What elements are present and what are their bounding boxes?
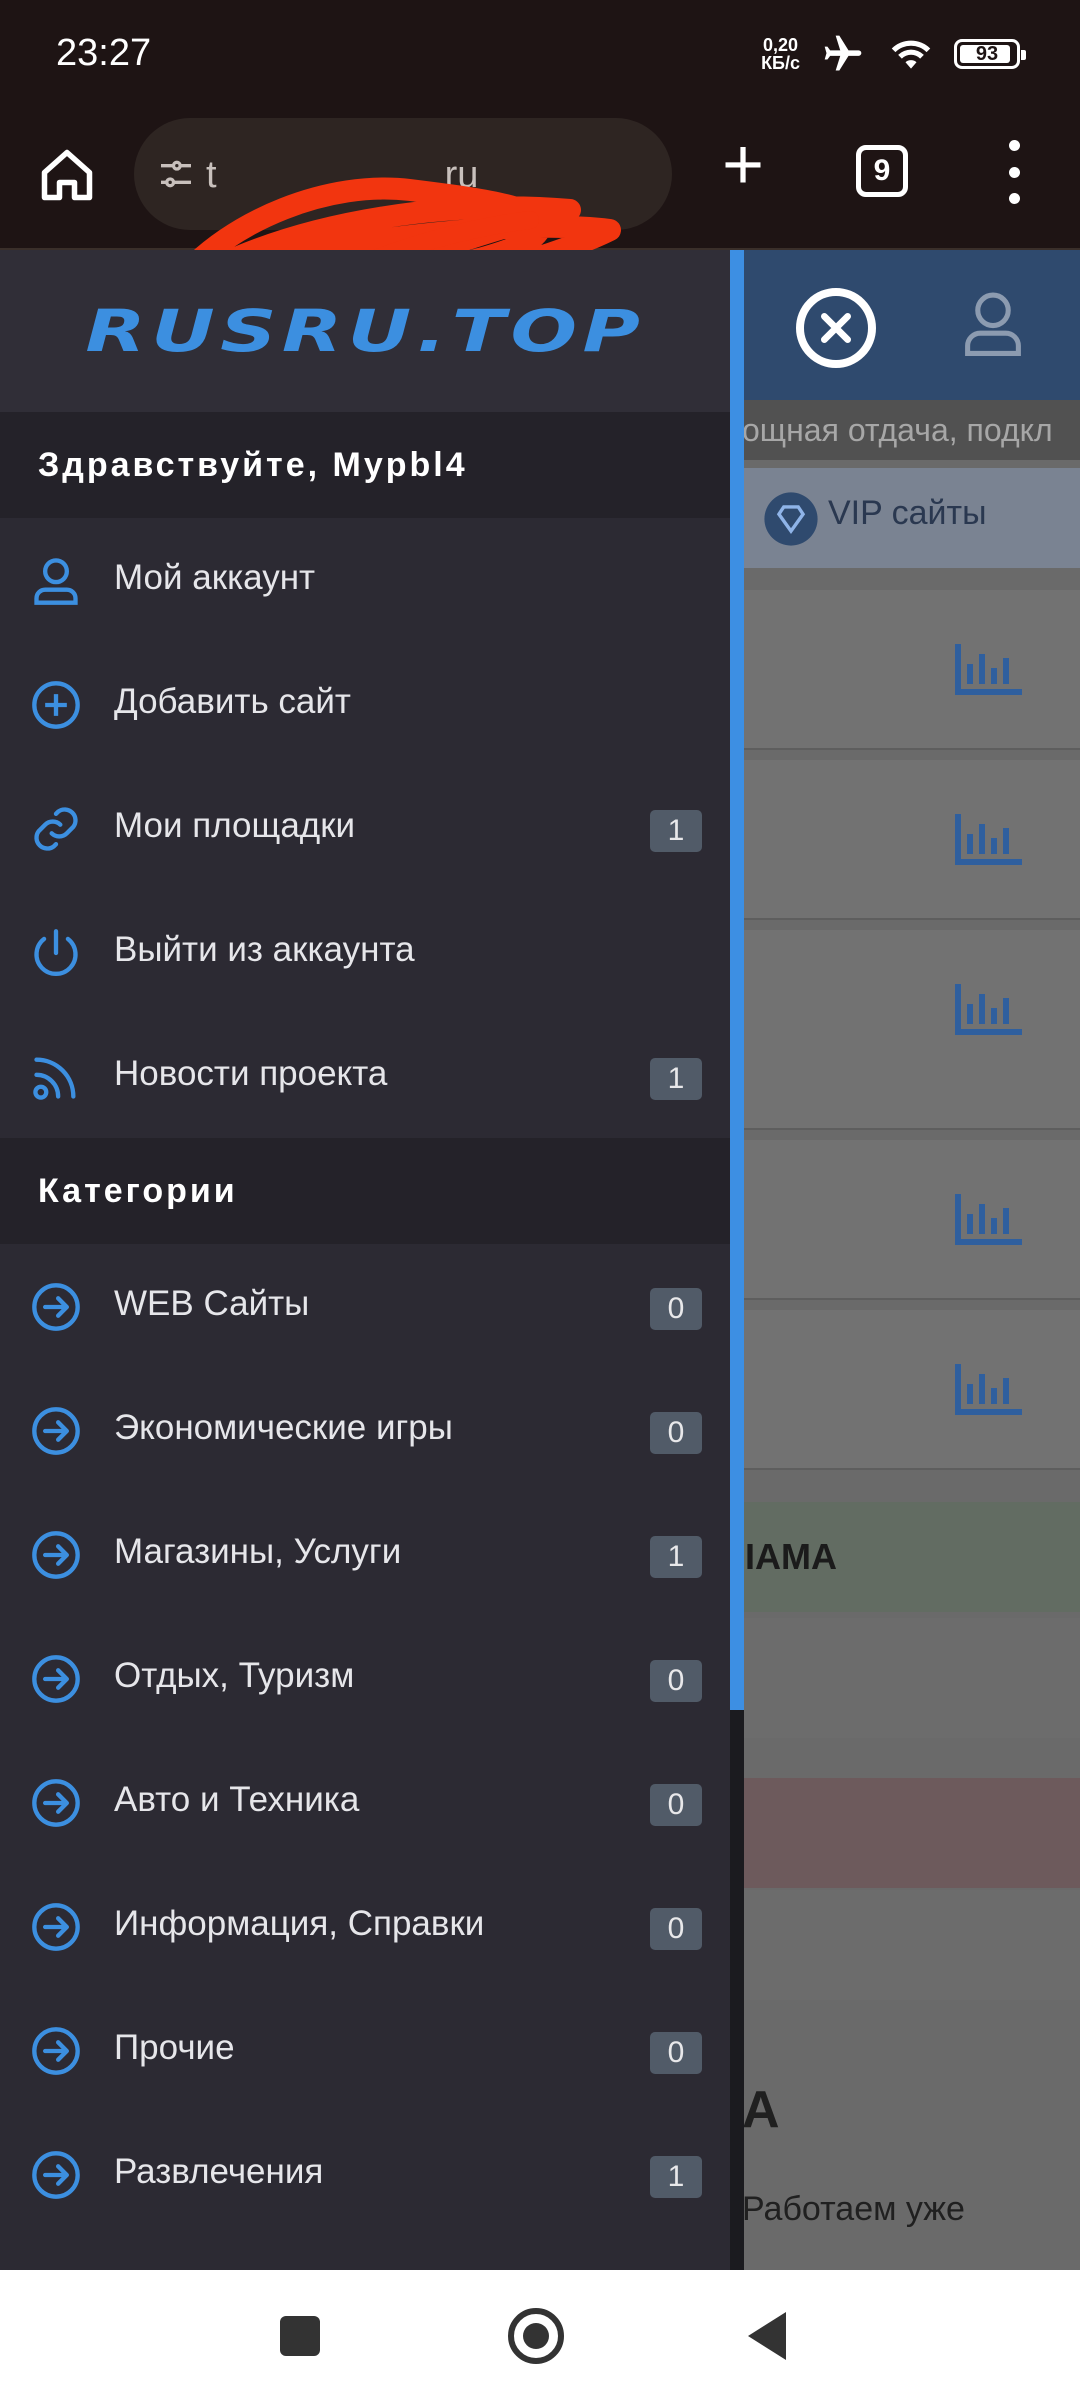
- arrow-circle-right-icon: [32, 1407, 80, 1455]
- power-icon: [34, 929, 78, 976]
- airplane-icon: [824, 35, 862, 71]
- section-heading-fragment: A: [742, 2081, 780, 2139]
- menu-item-my-platforms[interactable]: Мои площадки 1: [0, 766, 730, 890]
- category-item[interactable]: Экономические игры 0: [0, 1368, 730, 1492]
- recents-button[interactable]: [280, 2316, 320, 2356]
- menu-item-label: Добавить сайт: [114, 682, 351, 721]
- close-icon: [821, 313, 851, 343]
- category-item[interactable]: Развлечения 1: [0, 2112, 730, 2236]
- arrow-circle-right-icon: [32, 2027, 80, 2075]
- category-label: Экономические игры: [114, 1408, 453, 1447]
- count-badge: 0: [650, 1784, 702, 1826]
- battery-level: 93: [975, 42, 999, 65]
- arrow-circle-right-icon: [32, 1655, 80, 1703]
- status-time: 23:27: [56, 32, 152, 74]
- home-icon: [41, 149, 93, 201]
- category-item[interactable]: Отдых, Туризм 0: [0, 1616, 730, 1740]
- overflow-menu-button[interactable]: [994, 140, 1034, 204]
- link-icon: [34, 807, 78, 851]
- plus-circle-icon: [32, 681, 80, 729]
- back-button[interactable]: [748, 2312, 786, 2360]
- vip-sites-label: VIP сайты: [828, 494, 987, 532]
- count-badge: 1: [650, 1536, 702, 1578]
- category-label: Авто и Техника: [114, 1780, 360, 1819]
- close-drawer-button[interactable]: [796, 288, 876, 368]
- new-tab-button[interactable]: +: [708, 129, 778, 202]
- arrow-circle-right-icon: [32, 1903, 80, 1951]
- menu-item-label: Мои площадки: [114, 806, 356, 845]
- category-label: Магазины, Услуги: [114, 1532, 402, 1571]
- stats-chart-icon[interactable]: [954, 1190, 1024, 1246]
- category-item[interactable]: WEB Сайты 0: [0, 1244, 730, 1368]
- arrow-circle-right-icon: [32, 1531, 80, 1579]
- arrow-circle-right-icon: [32, 2151, 80, 2199]
- menu-item-project-news[interactable]: Новости проекта 1: [0, 1014, 730, 1138]
- category-item[interactable]: Информация, Справки 0: [0, 1864, 730, 1988]
- category-label: Прочие: [114, 2028, 235, 2067]
- count-badge: 0: [650, 1412, 702, 1454]
- body-text-fragment: Работаем уже: [742, 2190, 965, 2228]
- count-badge: 0: [650, 1908, 702, 1950]
- drawer-scrollbar-thumb[interactable]: [730, 250, 744, 1710]
- battery-icon: 93: [954, 39, 1026, 69]
- menu-item-add-site[interactable]: Добавить сайт: [0, 642, 730, 766]
- greeting-header: Здравствуйте, Mypbl4: [0, 412, 730, 518]
- count-badge: 0: [650, 2032, 702, 2074]
- menu-item-label: Новости проекта: [114, 1054, 388, 1093]
- menu-item-logout[interactable]: Выйти из аккаунта: [0, 890, 730, 1014]
- home-button[interactable]: [32, 140, 102, 210]
- arrow-circle-right-icon: [32, 1779, 80, 1827]
- category-item[interactable]: Магазины, Услуги 1: [0, 1492, 730, 1616]
- arrow-circle-right-icon: [32, 1283, 80, 1331]
- category-label: WEB Сайты: [114, 1284, 310, 1323]
- network-speed: 0,20 КБ/с: [761, 35, 800, 73]
- stats-chart-icon[interactable]: [954, 810, 1024, 866]
- count-badge: 1: [650, 810, 702, 852]
- category-item[interactable]: Прочие 0: [0, 1988, 730, 2112]
- menu-item-label: Мой аккаунт: [114, 558, 316, 597]
- menu-item-my-account[interactable]: Мой аккаунт: [0, 518, 730, 642]
- status-bar: 23:27 0,20 КБ/с 93: [0, 0, 1080, 110]
- categories-header: Категории: [0, 1138, 730, 1244]
- home-nav-button[interactable]: [508, 2308, 564, 2364]
- count-badge: 0: [650, 1660, 702, 1702]
- navigation-drawer: RUSRU.TOP Здравствуйте, Mypbl4 Мой аккау…: [0, 250, 730, 2270]
- stats-chart-icon[interactable]: [954, 640, 1024, 696]
- stats-chart-icon[interactable]: [954, 1360, 1024, 1416]
- system-navigation-bar: [0, 2270, 1080, 2400]
- site-logo[interactable]: RUSRU.TOP: [0, 250, 730, 412]
- count-badge: 1: [650, 1058, 702, 1100]
- diamond-icon: [764, 492, 818, 546]
- stats-chart-icon[interactable]: [954, 980, 1024, 1036]
- status-icons: 0,20 КБ/с 93: [761, 30, 1026, 78]
- user-icon[interactable]: [962, 290, 1024, 356]
- menu-item-label: Выйти из аккаунта: [114, 930, 415, 969]
- category-label: Развлечения: [114, 2152, 324, 2191]
- category-item[interactable]: Авто и Техника 0: [0, 1740, 730, 1864]
- count-badge: 1: [650, 2156, 702, 2198]
- category-label: Информация, Справки: [114, 1904, 485, 1943]
- user-icon: [34, 558, 78, 605]
- count-badge: 0: [650, 1288, 702, 1330]
- category-label: Отдых, Туризм: [114, 1656, 355, 1695]
- rss-icon: [33, 1057, 76, 1100]
- wifi-icon: [891, 40, 931, 69]
- tab-switcher-button[interactable]: 9: [856, 145, 908, 197]
- browser-toolbar: t ru + 9: [0, 110, 1080, 331]
